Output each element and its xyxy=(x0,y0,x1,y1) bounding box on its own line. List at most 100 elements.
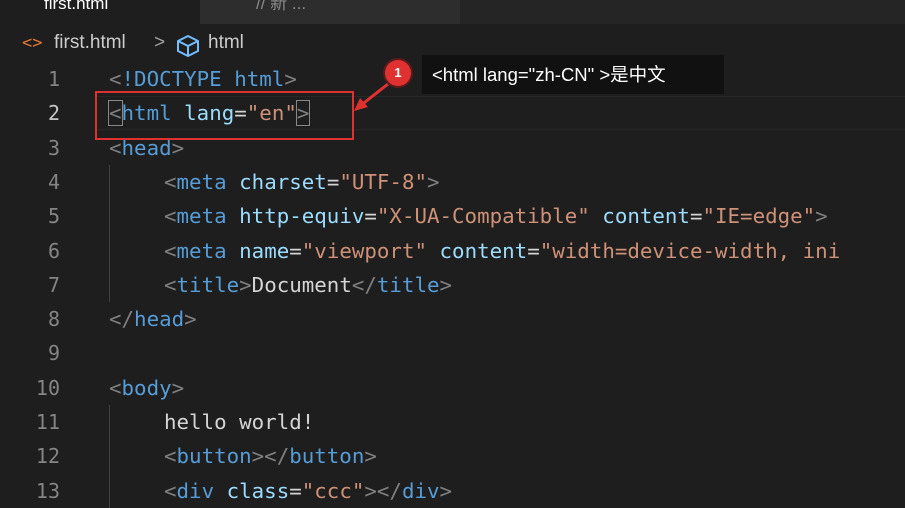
token-text: Document xyxy=(251,272,352,297)
token-tag: meta xyxy=(176,204,227,229)
line-number: 13 xyxy=(35,478,60,503)
tab-label: // 新 ... xyxy=(256,0,307,13)
code-line[interactable]: 6 <meta name="viewport" content="width=de… xyxy=(0,234,905,268)
code-line[interactable]: 10 <body> xyxy=(0,371,905,405)
token-tag: head xyxy=(134,307,185,332)
breadcrumb-element[interactable]: html xyxy=(208,32,244,54)
token-attr: content xyxy=(602,204,690,229)
code-line[interactable]: 8 </head> xyxy=(0,302,905,336)
token-text: = xyxy=(289,478,302,503)
token-punct: > xyxy=(184,307,197,332)
tab-other[interactable]: // 新 ... xyxy=(200,0,460,24)
tab-bar: first.html // 新 ... xyxy=(0,0,905,24)
token-attr: http-equiv xyxy=(239,204,365,229)
token-str: "UTF-8" xyxy=(339,169,427,194)
code-text[interactable]: <div class="ccc"></div> xyxy=(164,474,452,508)
token-text: = xyxy=(289,238,302,263)
token-punct: </ xyxy=(109,307,135,332)
token-attr: name xyxy=(239,238,290,263)
token-tag: div xyxy=(176,478,215,503)
token-punct: < xyxy=(164,238,177,263)
token-str: "ccc" xyxy=(301,478,365,503)
cube-icon xyxy=(175,34,201,64)
token-text: hello world! xyxy=(164,410,315,434)
line-number: 1 xyxy=(47,67,60,91)
token-punct: ></ xyxy=(251,444,290,469)
token-punct: < xyxy=(164,444,177,469)
code-text[interactable]: <meta name="viewport" content="width=dev… xyxy=(164,234,840,268)
token-tag: meta xyxy=(176,238,227,263)
line-number: 11 xyxy=(35,410,60,434)
token-tag: title xyxy=(376,272,440,297)
token-tag: body xyxy=(121,375,172,400)
token-attr: charset xyxy=(239,169,327,194)
token-str: "IE=edge" xyxy=(702,204,816,229)
line-number: 12 xyxy=(35,444,60,469)
line-number: 9 xyxy=(47,341,60,366)
token-attr: class xyxy=(226,478,290,503)
token-punct: > xyxy=(284,67,297,91)
code-text[interactable]: </head> xyxy=(109,302,197,336)
token-str: "viewport" xyxy=(301,238,427,263)
token-punct: > xyxy=(427,169,440,194)
code-line[interactable]: 7 <title>Document</title> xyxy=(0,268,905,302)
breadcrumb-file[interactable]: first.html xyxy=(54,32,126,54)
code-text[interactable]: hello world! xyxy=(164,405,314,439)
token-punct: > xyxy=(439,478,453,503)
annotation-highlight-box xyxy=(95,91,354,140)
token-punct: > xyxy=(815,204,828,229)
token-punct: < xyxy=(164,478,177,503)
line-number: 4 xyxy=(47,169,60,194)
line-number: 8 xyxy=(47,307,60,332)
code-line[interactable]: 5 <meta http-equiv="X-UA-Compatible" cont… xyxy=(0,199,905,233)
breadcrumb-separator: > xyxy=(154,32,166,53)
annotation-tooltip: <html lang="zh-CN" >是中文 xyxy=(422,55,724,94)
line-number: 7 xyxy=(47,272,60,297)
token-punct: < xyxy=(164,169,177,194)
line-number: 6 xyxy=(47,238,60,263)
token-tag: !DOCTYPE xyxy=(121,67,222,91)
token-tag: div xyxy=(401,478,440,503)
line-number: 3 xyxy=(47,135,60,160)
code-text[interactable]: <meta charset="UTF-8"> xyxy=(164,165,440,199)
token-text: = xyxy=(326,169,340,194)
code-line[interactable]: 4 <meta charset="UTF-8"> xyxy=(0,165,905,199)
token-punct: > xyxy=(439,272,453,297)
token-text: = xyxy=(689,204,703,229)
indent-guide xyxy=(109,405,110,508)
code-text[interactable]: <button></button> xyxy=(164,439,377,473)
token-punct: </ xyxy=(351,272,377,297)
html-file-icon: <> xyxy=(22,33,43,53)
code-line[interactable]: 9 xyxy=(0,336,905,370)
code-line[interactable]: 12 <button></button> xyxy=(0,439,905,473)
line-number: 2 xyxy=(47,101,60,126)
token-tag: button xyxy=(289,444,365,469)
code-text[interactable]: <title>Document</title> xyxy=(164,268,452,302)
code-line[interactable]: 11 hello world! xyxy=(0,405,905,439)
code-text[interactable]: <body> xyxy=(109,371,184,405)
token-text: = xyxy=(527,238,540,263)
code-line[interactable]: 13 <div class="ccc"></div> xyxy=(0,474,905,508)
token-punct: ></ xyxy=(364,478,402,503)
token-punct: < xyxy=(109,375,122,400)
line-number: 5 xyxy=(47,204,60,229)
token-punct: < xyxy=(164,272,177,297)
annotation-arrow-icon xyxy=(354,82,389,111)
line-number: 10 xyxy=(35,375,60,400)
token-text: = xyxy=(364,204,377,229)
token-str: "X-UA-Compatible" xyxy=(376,204,590,229)
token-str: "width=device-width, ini xyxy=(539,238,841,263)
code-text[interactable]: <meta http-equiv="X-UA-Compatible" conte… xyxy=(164,199,828,233)
annotation-badge: 1 xyxy=(385,60,411,86)
token-tag: button xyxy=(176,444,252,469)
token-punct: < xyxy=(164,204,177,229)
tab-label: first.html xyxy=(44,0,109,13)
tab-first-html[interactable]: first.html xyxy=(0,0,200,24)
token-tag: title xyxy=(176,272,240,297)
